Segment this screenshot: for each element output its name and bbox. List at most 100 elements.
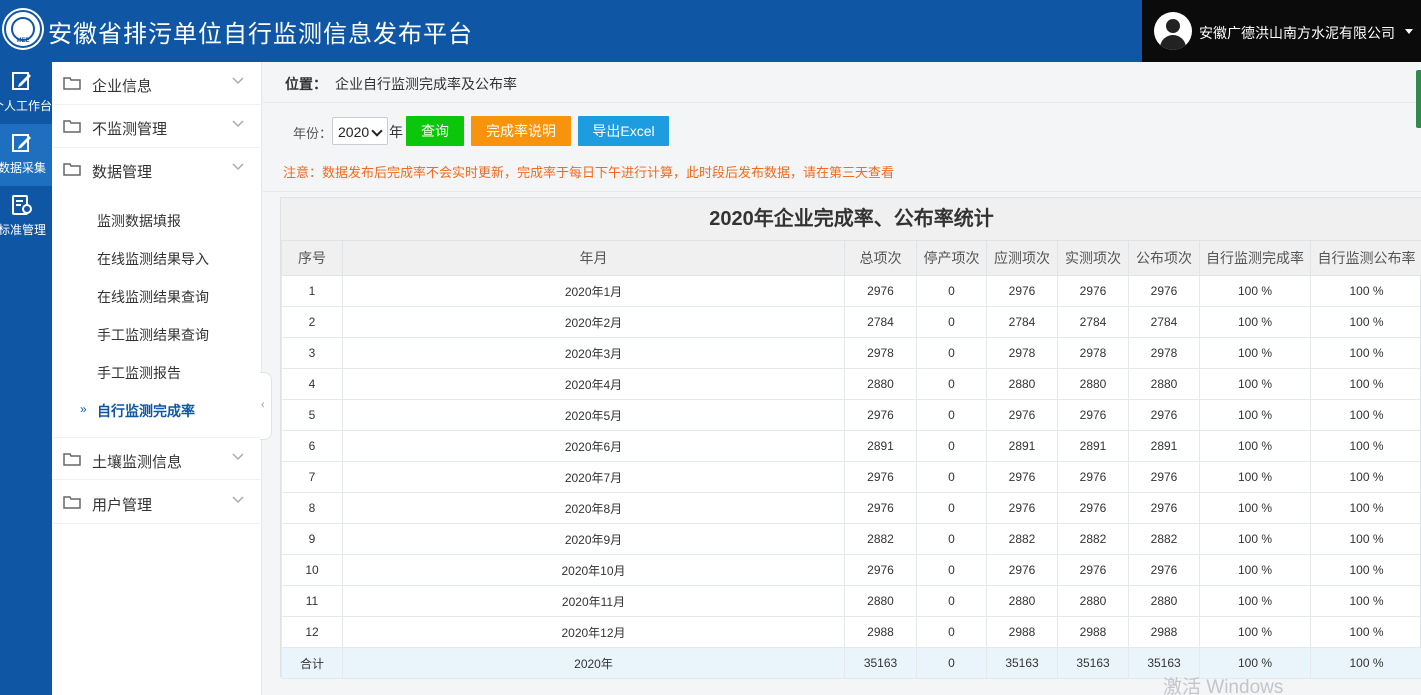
table-cell: 0 — [916, 368, 987, 400]
col-header: 自行监测完成率 — [1199, 240, 1311, 276]
table-cell: 0 — [916, 523, 987, 555]
table-cell: 合计 — [281, 647, 343, 679]
col-header: 年月 — [342, 240, 845, 276]
scrollbar-thumb[interactable] — [1416, 70, 1421, 128]
table-cell: 100 % — [1310, 461, 1421, 493]
table-cell: 100 % — [1310, 616, 1421, 648]
menu-group-no-monitor[interactable]: 不监测管理 — [52, 105, 262, 148]
table-cell: 100 % — [1199, 337, 1311, 369]
table-cell: 2880 — [844, 368, 917, 400]
table-cell: 2976 — [844, 399, 917, 431]
menu-item-manual-query[interactable]: 手工监测结果查询 — [52, 315, 262, 353]
table-cell: 2020年3月 — [342, 337, 845, 369]
table-cell: 2976 — [986, 461, 1058, 493]
breadcrumb-current: 企业自行监测完成率及公布率 — [335, 76, 517, 92]
chevron-down-icon — [371, 125, 383, 137]
table-cell: 100 % — [1310, 275, 1421, 307]
folder-icon — [63, 453, 81, 466]
table-cell: 2976 — [986, 399, 1058, 431]
table-cell: 0 — [916, 275, 987, 307]
table-cell: 2976 — [1057, 554, 1129, 586]
table-cell: 3 — [281, 337, 343, 369]
export-excel-button[interactable]: 导出Excel — [578, 116, 669, 146]
year-select[interactable]: 2020 — [332, 117, 388, 145]
table-cell: 2020年4月 — [342, 368, 845, 400]
table-row: 10 2020年10月 2976 0 2976 2976 2976 100 % 100 % — [281, 554, 1421, 586]
table-cell: 2882 — [986, 523, 1058, 555]
table-cell: 2891 — [1128, 430, 1200, 462]
menu-group-user-management[interactable]: 用户管理 — [52, 481, 262, 524]
table-row: 5 2020年5月 2976 0 2976 2976 2976 100 % 100 % — [281, 399, 1421, 431]
table-cell: 100 % — [1310, 368, 1421, 400]
menu-item-online-import[interactable]: 在线监测结果导入 — [52, 239, 262, 277]
table-cell: 2880 — [1128, 585, 1200, 617]
table-cell: 2882 — [1057, 523, 1129, 555]
table-cell: 0 — [916, 337, 987, 369]
table-cell: 0 — [916, 647, 987, 679]
table-cell: 1 — [281, 275, 343, 307]
table-cell: 100 % — [1199, 554, 1311, 586]
mee-logo: MEE — [4, 10, 42, 48]
table-cell: 2020年2月 — [342, 306, 845, 338]
rail-item-workbench[interactable]: 个人工作台 — [0, 62, 52, 124]
table-cell: 2988 — [844, 616, 917, 648]
menu-item-manual-report[interactable]: 手工监测报告 — [52, 353, 262, 391]
menu-item-completion-rate[interactable]: » 自行监测完成率 — [52, 391, 262, 429]
menu-group-data-management[interactable]: 数据管理 — [52, 148, 262, 191]
table-cell: 2882 — [1128, 523, 1200, 555]
table-row: 11 2020年11月 2880 0 2880 2880 2880 100 % 100 % — [281, 585, 1421, 617]
table-cell: 0 — [916, 461, 987, 493]
menu-item-data-entry[interactable]: 监测数据填报 — [52, 201, 262, 239]
table-cell: 2978 — [1057, 337, 1129, 369]
icon-rail: 个人工作台 数据采集 标准管理 — [0, 62, 52, 695]
table-cell: 100 % — [1310, 492, 1421, 524]
chevron-down-icon — [232, 453, 244, 461]
table-cell: 100 % — [1199, 306, 1311, 338]
table-cell: 2988 — [986, 616, 1058, 648]
table-cell: 2976 — [844, 492, 917, 524]
table-cell: 2976 — [844, 275, 917, 307]
table-cell: 2891 — [986, 430, 1058, 462]
table-cell: 2976 — [1057, 492, 1129, 524]
table-cell: 0 — [916, 492, 987, 524]
table-cell: 9 — [281, 523, 343, 555]
rate-explanation-button[interactable]: 完成率说明 — [471, 116, 571, 146]
table-row: 9 2020年9月 2882 0 2882 2882 2882 100 % 100 % — [281, 523, 1421, 555]
table-cell: 100 % — [1310, 337, 1421, 369]
table-cell: 2976 — [1128, 399, 1200, 431]
table-cell: 2978 — [1128, 337, 1200, 369]
table-cell: 0 — [916, 306, 987, 338]
table-cell: 2020年10月 — [342, 554, 845, 586]
table-cell: 2976 — [1128, 554, 1200, 586]
table-header-row: 序号 年月 总项次 停产项次 应测项次 实测项次 公布项次 自行监测完成率 自行… — [281, 240, 1421, 276]
query-button[interactable]: 查询 — [406, 116, 464, 146]
rail-item-standard[interactable]: 标准管理 — [0, 186, 52, 248]
table-cell: 2976 — [986, 275, 1058, 307]
top-header: MEE 安徽省排污单位自行监测信息发布平台 安徽广德洪山南方水泥有限公司 — [0, 0, 1421, 62]
table-cell: 100 % — [1199, 616, 1311, 648]
table-cell: 5 — [281, 399, 343, 431]
folder-icon — [63, 496, 81, 509]
table-cell: 100 % — [1199, 399, 1311, 431]
menu-item-online-query[interactable]: 在线监测结果查询 — [52, 277, 262, 315]
table-cell: 2976 — [986, 492, 1058, 524]
menu-group-soil-monitoring[interactable]: 土壤监测信息 — [52, 437, 262, 480]
col-header: 总项次 — [844, 240, 917, 276]
site-title: 安徽省排污单位自行监测信息发布平台 — [48, 21, 473, 48]
table-cell: 100 % — [1199, 585, 1311, 617]
pencil-icon — [12, 134, 31, 152]
table-row: 12 2020年12月 2988 0 2988 2988 2988 100 % 100 % — [281, 616, 1421, 648]
menu-group-company-info[interactable]: 企业信息 — [52, 62, 262, 105]
table-cell: 2784 — [986, 306, 1058, 338]
table-cell: 2880 — [844, 585, 917, 617]
table-cell: 2978 — [986, 337, 1058, 369]
table-cell: 2880 — [1057, 585, 1129, 617]
user-menu[interactable]: 安徽广德洪山南方水泥有限公司 — [1142, 0, 1421, 62]
table-cell: 2891 — [1057, 430, 1129, 462]
table-row: 8 2020年8月 2976 0 2976 2976 2976 100 % 100 % — [281, 492, 1421, 524]
table-row: 2 2020年2月 2784 0 2784 2784 2784 100 % 100 % — [281, 306, 1421, 338]
table-cell: 2978 — [844, 337, 917, 369]
rail-item-data-collection[interactable]: 数据采集 — [0, 124, 52, 186]
table-cell: 100 % — [1199, 275, 1311, 307]
table-cell: 4 — [281, 368, 343, 400]
